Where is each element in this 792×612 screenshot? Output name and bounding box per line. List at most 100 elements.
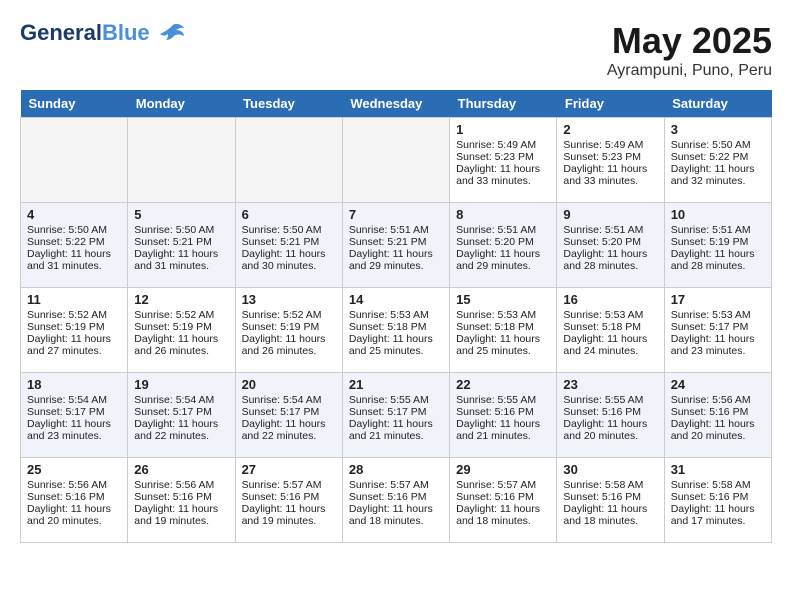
day-info-line: Sunrise: 5:55 AM: [563, 394, 657, 406]
day-info-line: Sunset: 5:21 PM: [242, 236, 336, 248]
day-info-line: Sunrise: 5:54 AM: [242, 394, 336, 406]
calendar-cell: 8Sunrise: 5:51 AMSunset: 5:20 PMDaylight…: [450, 203, 557, 288]
day-info-line: Sunset: 5:18 PM: [349, 321, 443, 333]
day-info-line: Sunset: 5:23 PM: [563, 151, 657, 163]
day-info-line: Sunrise: 5:58 AM: [671, 479, 765, 491]
day-info-line: Sunrise: 5:50 AM: [671, 139, 765, 151]
weekday-header-wednesday: Wednesday: [342, 90, 449, 118]
day-number: 22: [456, 377, 550, 392]
day-info-line: Sunrise: 5:51 AM: [671, 224, 765, 236]
day-info-line: and 28 minutes.: [563, 260, 657, 272]
day-info-line: Daylight: 11 hours: [563, 248, 657, 260]
day-number: 1: [456, 122, 550, 137]
page-header: GeneralBlue May 2025 Ayrampuni, Puno, Pe…: [20, 20, 772, 80]
day-info-line: Daylight: 11 hours: [27, 418, 121, 430]
calendar-cell: 2Sunrise: 5:49 AMSunset: 5:23 PMDaylight…: [557, 118, 664, 203]
calendar-cell: 9 Sunrise: 5:51 AMSunset: 5:20 PMDaylight…: [557, 203, 664, 288]
calendar-cell: 29Sunrise: 5:57 AMSunset: 5:16 PMDayligh…: [450, 458, 557, 543]
calendar-cell: 23Sunrise: 5:55 AMSunset: 5:16 PMDayligh…: [557, 373, 664, 458]
day-info-line: Sunset: 5:16 PM: [349, 491, 443, 503]
day-number: 9: [563, 207, 657, 222]
day-info-line: Sunrise: 5:56 AM: [671, 394, 765, 406]
day-info-line: and 32 minutes.: [671, 175, 765, 187]
calendar-cell: 26Sunrise: 5:56 AMSunset: 5:16 PMDayligh…: [128, 458, 235, 543]
day-info-line: Sunset: 5:16 PM: [563, 406, 657, 418]
day-number: 4: [27, 207, 121, 222]
day-number: 27: [242, 462, 336, 477]
calendar-cell: 22Sunrise: 5:55 AMSunset: 5:16 PMDayligh…: [450, 373, 557, 458]
day-info-line: Daylight: 11 hours: [349, 503, 443, 515]
day-info-line: Sunrise: 5:55 AM: [456, 394, 550, 406]
day-info-line: Daylight: 11 hours: [349, 418, 443, 430]
calendar-cell: 21Sunrise: 5:55 AMSunset: 5:17 PMDayligh…: [342, 373, 449, 458]
weekday-header-row: SundayMondayTuesdayWednesdayThursdayFrid…: [21, 90, 772, 118]
calendar-cell: 25Sunrise: 5:56 AMSunset: 5:16 PMDayligh…: [21, 458, 128, 543]
day-number: 19: [134, 377, 228, 392]
day-info-line: Sunrise: 5:54 AM: [27, 394, 121, 406]
day-info-line: Sunset: 5:17 PM: [349, 406, 443, 418]
day-info-line: Daylight: 11 hours: [27, 503, 121, 515]
day-info-line: and 18 minutes.: [563, 515, 657, 527]
day-info-line: and 26 minutes.: [134, 345, 228, 357]
calendar-cell: 13Sunrise: 5:52 AMSunset: 5:19 PMDayligh…: [235, 288, 342, 373]
day-info-line: and 19 minutes.: [134, 515, 228, 527]
calendar-cell: 12Sunrise: 5:52 AMSunset: 5:19 PMDayligh…: [128, 288, 235, 373]
day-info-line: Sunrise: 5:52 AM: [134, 309, 228, 321]
day-number: 21: [349, 377, 443, 392]
day-info-line: Sunset: 5:18 PM: [456, 321, 550, 333]
day-info-line: Daylight: 11 hours: [456, 333, 550, 345]
calendar-week-row: 25Sunrise: 5:56 AMSunset: 5:16 PMDayligh…: [21, 458, 772, 543]
day-info-line: and 18 minutes.: [456, 515, 550, 527]
day-number: 29: [456, 462, 550, 477]
day-info-line: Sunset: 5:19 PM: [671, 236, 765, 248]
day-number: 12: [134, 292, 228, 307]
day-number: 20: [242, 377, 336, 392]
day-info-line: Sunset: 5:17 PM: [671, 321, 765, 333]
day-info-line: Daylight: 11 hours: [242, 503, 336, 515]
calendar-cell: [21, 118, 128, 203]
calendar-cell: 5Sunrise: 5:50 AMSunset: 5:21 PMDaylight…: [128, 203, 235, 288]
logo-text: GeneralBlue: [20, 20, 150, 46]
calendar-cell: 20Sunrise: 5:54 AMSunset: 5:17 PMDayligh…: [235, 373, 342, 458]
day-info-line: Daylight: 11 hours: [671, 418, 765, 430]
day-info-line: Sunset: 5:23 PM: [456, 151, 550, 163]
day-info-line: Sunset: 5:16 PM: [27, 491, 121, 503]
day-info-line: Sunrise: 5:53 AM: [671, 309, 765, 321]
day-info-line: and 31 minutes.: [134, 260, 228, 272]
day-info-line: and 26 minutes.: [242, 345, 336, 357]
day-number: 8: [456, 207, 550, 222]
day-info-line: Sunset: 5:17 PM: [134, 406, 228, 418]
calendar-cell: [342, 118, 449, 203]
day-info-line: Daylight: 11 hours: [563, 503, 657, 515]
day-info-line: Daylight: 11 hours: [134, 248, 228, 260]
day-info-line: Sunset: 5:22 PM: [27, 236, 121, 248]
day-number: 5: [134, 207, 228, 222]
day-info-line: Daylight: 11 hours: [349, 333, 443, 345]
day-info-line: Sunrise: 5:51 AM: [563, 224, 657, 236]
day-info-line: and 23 minutes.: [671, 345, 765, 357]
day-info-line: Daylight: 11 hours: [349, 248, 443, 260]
day-number: 14: [349, 292, 443, 307]
day-info-line: and 33 minutes.: [563, 175, 657, 187]
day-number: 6: [242, 207, 336, 222]
day-number: 30: [563, 462, 657, 477]
day-info-line: Sunrise: 5:56 AM: [27, 479, 121, 491]
weekday-header-tuesday: Tuesday: [235, 90, 342, 118]
day-info-line: Sunset: 5:20 PM: [563, 236, 657, 248]
day-number: 11: [27, 292, 121, 307]
day-info-line: Daylight: 11 hours: [563, 163, 657, 175]
day-info-line: and 24 minutes.: [563, 345, 657, 357]
day-number: 3: [671, 122, 765, 137]
day-number: 18: [27, 377, 121, 392]
calendar-cell: 10Sunrise: 5:51 AMSunset: 5:19 PMDayligh…: [664, 203, 771, 288]
day-info-line: Sunset: 5:19 PM: [242, 321, 336, 333]
calendar-cell: [128, 118, 235, 203]
day-info-line: and 23 minutes.: [27, 430, 121, 442]
day-info-line: and 20 minutes.: [27, 515, 121, 527]
day-info-line: and 31 minutes.: [27, 260, 121, 272]
day-info-line: Sunrise: 5:52 AM: [242, 309, 336, 321]
day-info-line: and 30 minutes.: [242, 260, 336, 272]
day-info-line: and 25 minutes.: [349, 345, 443, 357]
day-info-line: Daylight: 11 hours: [242, 248, 336, 260]
day-info-line: Sunrise: 5:53 AM: [349, 309, 443, 321]
